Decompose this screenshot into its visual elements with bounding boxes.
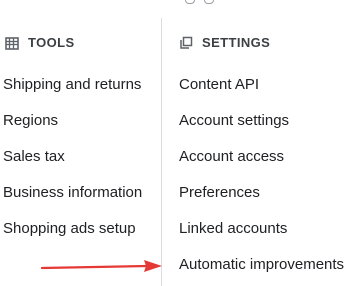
arrow-shaft xyxy=(40,264,150,270)
settings-menu-list: Content API Account settings Account acc… xyxy=(179,75,344,286)
menu-item-shipping-and-returns[interactable]: Shipping and returns xyxy=(3,75,142,111)
top-edge-glyph xyxy=(185,0,195,4)
menu-item-sales-tax[interactable]: Sales tax xyxy=(3,147,142,183)
red-arrow-annotation xyxy=(40,260,162,272)
menu-item-account-settings[interactable]: Account settings xyxy=(179,111,344,147)
table-icon xyxy=(5,36,19,50)
copy-stack-icon xyxy=(179,36,193,50)
tools-title: TOOLS xyxy=(28,35,75,50)
menu-item-automatic-improvements[interactable]: Automatic improvements xyxy=(179,255,344,286)
settings-title: SETTINGS xyxy=(202,35,271,50)
settings-dropdown-panel: TOOLS Shipping and returns Regions Sales… xyxy=(0,0,359,286)
tools-header: TOOLS xyxy=(5,34,75,52)
menu-item-shopping-ads-setup[interactable]: Shopping ads setup xyxy=(3,219,142,255)
menu-item-account-access[interactable]: Account access xyxy=(179,147,344,183)
tools-menu-list: Shipping and returns Regions Sales tax B… xyxy=(3,75,142,255)
menu-item-content-api[interactable]: Content API xyxy=(179,75,344,111)
arrow-head xyxy=(144,260,162,272)
top-edge-glyph xyxy=(204,0,214,4)
menu-item-business-information[interactable]: Business information xyxy=(3,183,142,219)
column-divider xyxy=(161,18,162,286)
menu-item-regions[interactable]: Regions xyxy=(3,111,142,147)
settings-header: SETTINGS xyxy=(179,34,270,52)
menu-item-preferences[interactable]: Preferences xyxy=(179,183,344,219)
menu-item-linked-accounts[interactable]: Linked accounts xyxy=(179,219,344,255)
